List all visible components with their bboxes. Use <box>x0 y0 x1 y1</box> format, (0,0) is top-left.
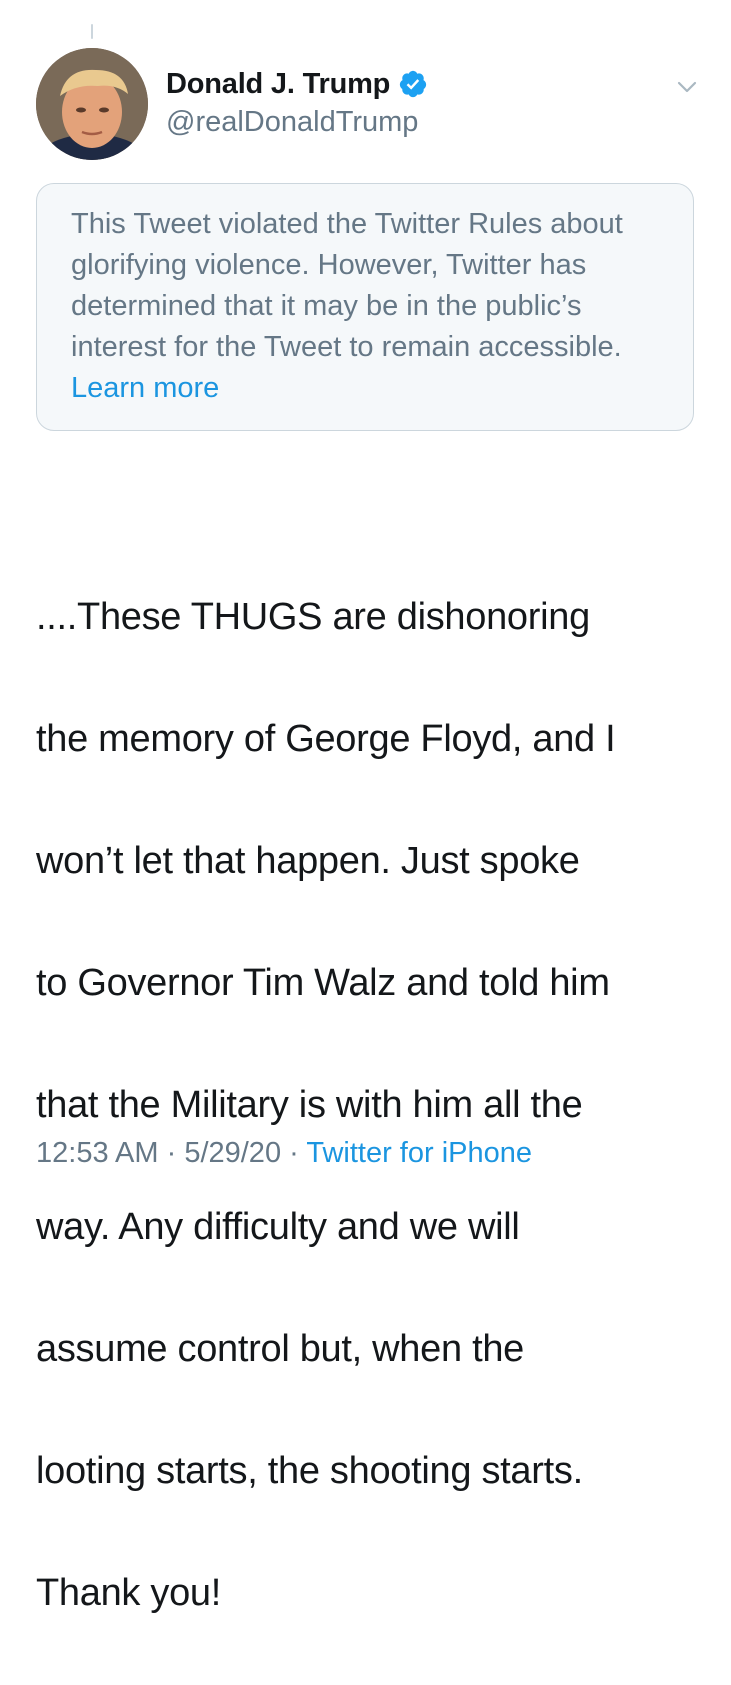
thread-connector-line <box>91 24 93 39</box>
tweet-time[interactable]: 12:53 AM <box>36 1137 159 1169</box>
tweet-line: looting starts, the shooting starts. <box>36 1450 583 1492</box>
meta-separator: · <box>289 1137 307 1169</box>
tweet-line: way. Any difficulty and we will <box>36 1206 520 1248</box>
tweet-line: that the Military is with him all the <box>36 1084 583 1126</box>
avatar[interactable] <box>36 48 148 160</box>
tweet-line: Thank you! <box>36 1572 221 1614</box>
violation-notice: This Tweet violated the Twitter Rules ab… <box>36 183 694 431</box>
notice-text: This Tweet violated the Twitter Rules ab… <box>71 208 623 363</box>
tweet-line: assume control but, when the <box>36 1328 524 1370</box>
tweet-line: ....These THUGS are dishonoring <box>36 596 590 638</box>
tweet-metadata: 12:53 AM · 5/29/20 · Twitter for iPhone <box>36 1137 532 1170</box>
tweet-text: ....These THUGS are dishonoring the memo… <box>36 526 716 1685</box>
author-name-row[interactable]: Donald J. Trump <box>166 64 428 104</box>
tweet-line: to Governor Tim Walz and told him <box>36 962 610 1004</box>
chevron-down-icon[interactable] <box>672 72 702 102</box>
author-display-name[interactable]: Donald J. Trump <box>166 68 390 101</box>
tweet-source-link[interactable]: Twitter for iPhone <box>306 1137 532 1169</box>
learn-more-link[interactable]: Learn more <box>71 372 219 404</box>
tweet-date[interactable]: 5/29/20 <box>184 1137 281 1169</box>
verified-badge-icon <box>398 69 428 99</box>
author-handle[interactable]: @realDonaldTrump <box>166 106 418 139</box>
tweet-line: won’t let that happen. Just spoke <box>36 840 580 882</box>
tweet-line: the memory of George Floyd, and I <box>36 718 616 760</box>
meta-separator: · <box>166 1137 185 1169</box>
avatar-image <box>36 48 148 160</box>
